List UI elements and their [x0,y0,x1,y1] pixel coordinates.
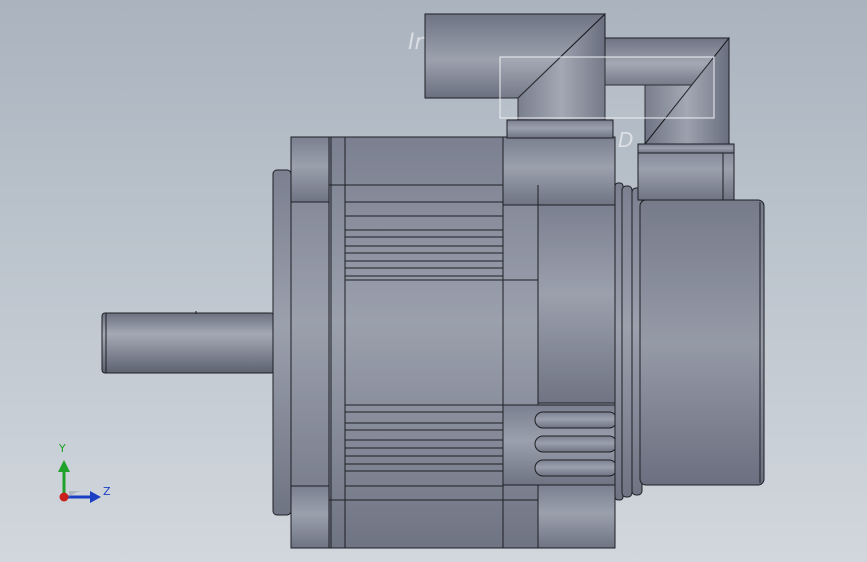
front-flange[interactable] [272,136,332,549]
connector-housing-left[interactable] [506,119,614,139]
coordinate-triad-icon [58,460,101,503]
triad-y-label: Y [59,442,66,455]
terminal-slots[interactable] [502,404,618,486]
output-shaft[interactable] [101,311,275,374]
motor-model[interactable] [0,0,867,562]
connector-housing-right[interactable] [637,143,735,201]
selection-box [499,56,715,119]
encoder-cap[interactable] [639,199,765,486]
triad-z-label: Z [103,485,111,498]
rear-ring[interactable] [614,182,643,501]
graphics-viewport[interactable]: Ir D Y Z [0,0,867,562]
